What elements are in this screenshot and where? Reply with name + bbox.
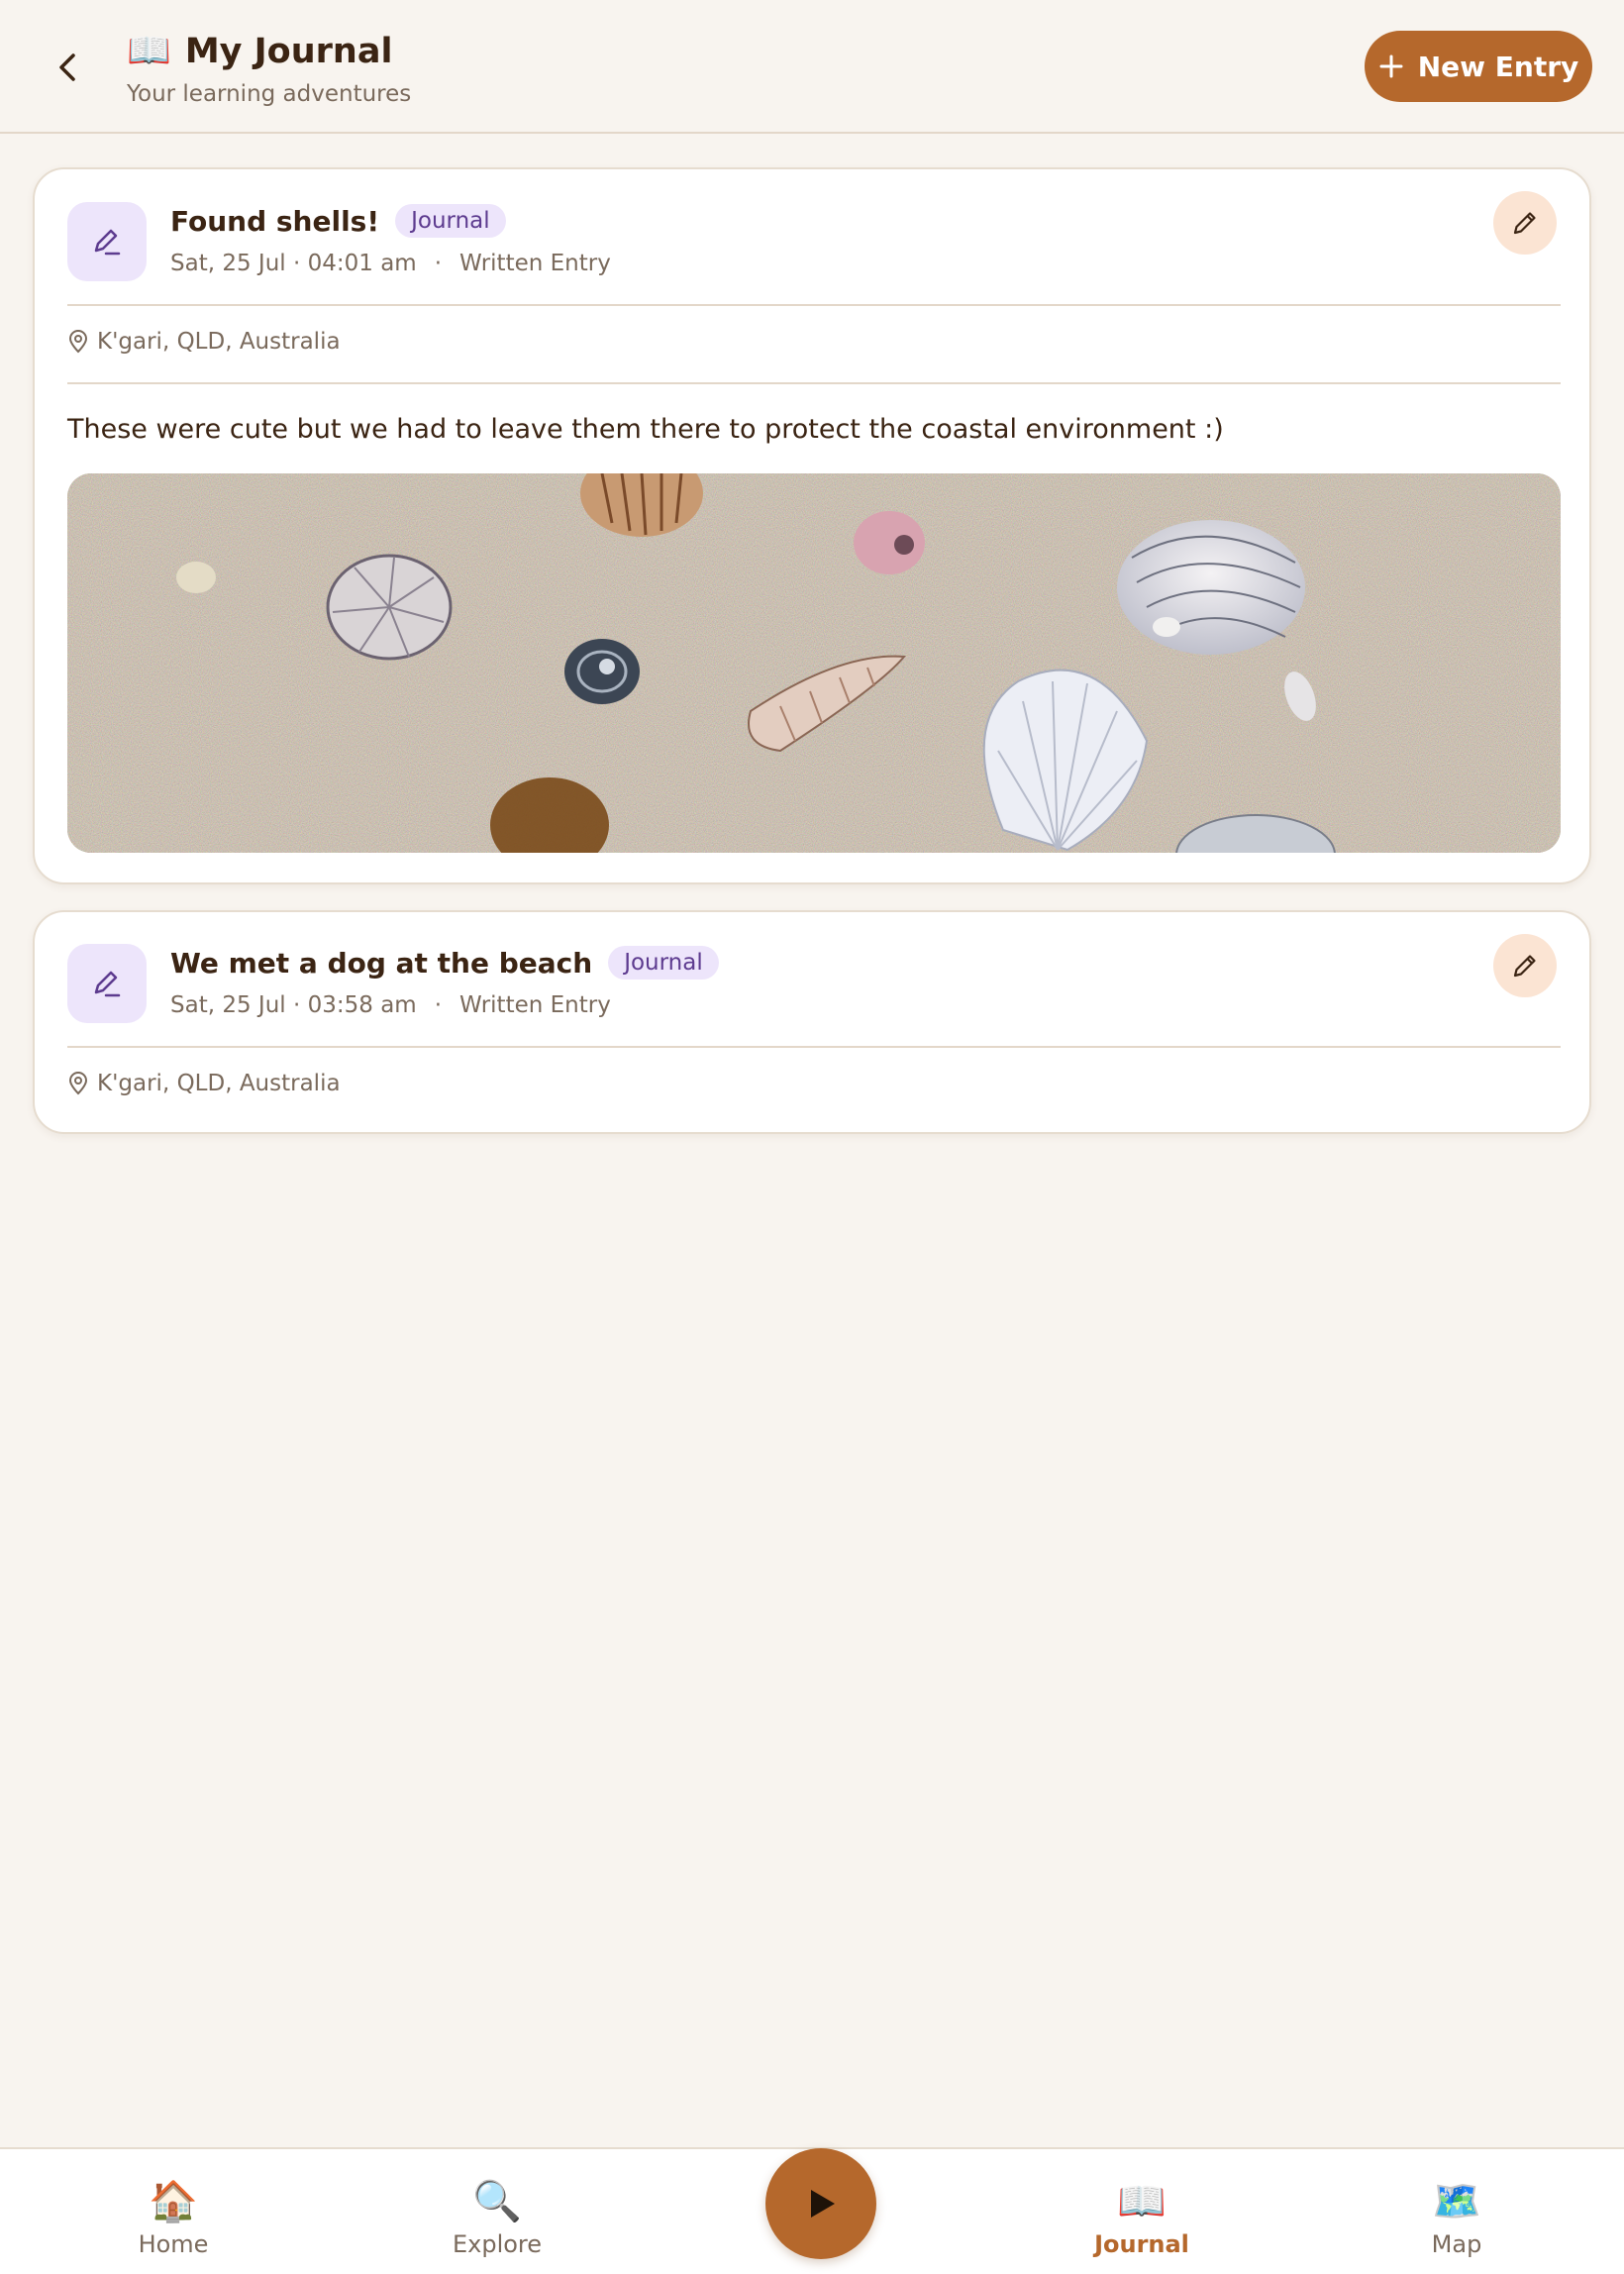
meta-separator: ·: [434, 992, 442, 1018]
title-block: 📖 My Journal Your learning adventures: [127, 28, 411, 107]
page-subtitle: Your learning adventures: [127, 81, 412, 107]
book-icon: 📖: [127, 31, 171, 71]
chevron-left-icon: [59, 53, 75, 81]
nav-label-home: Home: [138, 2230, 209, 2258]
nav-label-map: Map: [1431, 2230, 1482, 2258]
play-icon: [811, 2190, 835, 2218]
journal-entry-card[interactable]: Found shells! Journal Sat, 25 Jul · 04:0…: [33, 167, 1591, 884]
entry-location: K'gari, QLD, Australia: [67, 1071, 341, 1096]
page-title: My Journal: [184, 32, 393, 71]
entry-type-icon-box: [67, 202, 147, 281]
edit-entry-button[interactable]: [1493, 934, 1557, 997]
magnifier-icon: 🔍: [472, 2178, 522, 2224]
journal-page: 📖 My Journal Your learning adventures Ne…: [0, 0, 1624, 2274]
header: 📖 My Journal Your learning adventures Ne…: [0, 0, 1624, 134]
location-pin-icon: [68, 330, 88, 354]
location-text: K'gari, QLD, Australia: [97, 1071, 341, 1096]
back-button[interactable]: [44, 40, 91, 95]
entry-title: We met a dog at the beach: [170, 946, 593, 980]
meta-separator: ·: [434, 251, 442, 276]
edit-entry-button[interactable]: [1493, 191, 1557, 255]
entry-type-icon-box: [67, 944, 147, 1023]
entry-body: These were cute but we had to leave them…: [67, 414, 1224, 445]
map-icon: 🗺️: [1432, 2178, 1481, 2224]
entry-photo[interactable]: [67, 473, 1561, 853]
divider: [67, 304, 1561, 306]
pen-icon: [94, 971, 121, 997]
entry-location: K'gari, QLD, Australia: [67, 329, 341, 355]
pencil-icon: [1513, 212, 1536, 235]
nav-item-home[interactable]: 🏠 Home: [94, 2177, 253, 2259]
nav-item-map[interactable]: 🗺️ Map: [1377, 2177, 1536, 2259]
entry-kind: Written Entry: [459, 251, 611, 276]
entry-tag: Journal: [395, 204, 506, 238]
shells-photo: [67, 473, 1561, 853]
journal-entry-card[interactable]: We met a dog at the beach Journal Sat, 2…: [33, 910, 1591, 1134]
location-text: K'gari, QLD, Australia: [97, 329, 341, 355]
entry-date: Sat, 25 Jul · 04:01 am: [170, 251, 417, 276]
entry-header: We met a dog at the beach Journal Sat, 2…: [170, 943, 719, 1018]
entry-tag: Journal: [608, 946, 719, 980]
nav-item-explore[interactable]: 🔍 Explore: [418, 2177, 576, 2259]
divider: [67, 1046, 1561, 1048]
entry-date: Sat, 25 Jul · 03:58 am: [170, 992, 417, 1018]
play-button[interactable]: [765, 2148, 876, 2259]
location-pin-icon: [68, 1072, 88, 1095]
nav-label-journal: Journal: [1094, 2230, 1189, 2258]
plus-icon: [1379, 54, 1403, 78]
pen-icon: [94, 229, 121, 256]
new-entry-label: New Entry: [1417, 50, 1579, 83]
new-entry-button[interactable]: New Entry: [1365, 31, 1592, 102]
book-icon: 📖: [1117, 2178, 1167, 2224]
pencil-icon: [1513, 955, 1536, 978]
entry-header: Found shells! Journal Sat, 25 Jul · 04:0…: [170, 201, 611, 276]
nav-item-journal[interactable]: 📖 Journal: [1063, 2177, 1221, 2259]
entry-kind: Written Entry: [459, 992, 611, 1018]
nav-label-explore: Explore: [452, 2230, 543, 2258]
entry-title: Found shells!: [170, 204, 380, 238]
house-icon: 🏠: [149, 2178, 198, 2224]
divider: [67, 382, 1561, 384]
